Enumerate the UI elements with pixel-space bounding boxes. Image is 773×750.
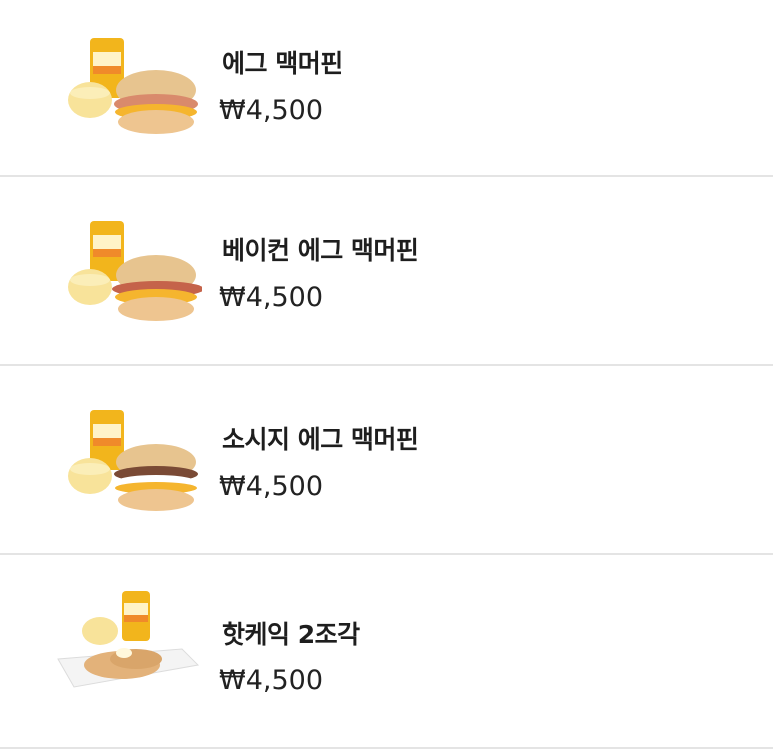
menu-list: 에그 맥머핀 ₩4,500 베이컨 에그 맥머핀 ₩4,500 소시지 에그 맥… [0,0,773,749]
menu-item-egg-mcmuffin[interactable]: 에그 맥머핀 ₩4,500 [0,0,773,177]
menu-item-price: ₩4,500 [219,95,323,126]
menu-item-name: 에그 맥머핀 [222,49,343,78]
bacon-egg-mcmuffin-set-image [68,221,202,321]
menu-item-bacon-egg-mcmuffin[interactable]: 베이컨 에그 맥머핀 ₩4,500 [0,177,773,366]
menu-item-name: 핫케익 2조각 [222,620,360,649]
menu-item-sausage-egg-mcmuffin[interactable]: 소시지 에그 맥머핀 ₩4,500 [0,366,773,555]
sausage-egg-mcmuffin-set-image [68,410,198,511]
hotcakes-set-image [57,591,200,688]
menu-item-name: 소시지 에그 맥머핀 [222,425,419,454]
menu-item-name: 베이컨 에그 맥머핀 [222,236,419,265]
menu-item-price: ₩4,500 [219,665,323,696]
menu-item-price: ₩4,500 [219,282,323,313]
menu-item-price: ₩4,500 [219,471,323,502]
egg-mcmuffin-set-image [68,38,198,134]
menu-item-hotcakes[interactable]: 핫케익 2조각 ₩4,500 [0,555,773,749]
